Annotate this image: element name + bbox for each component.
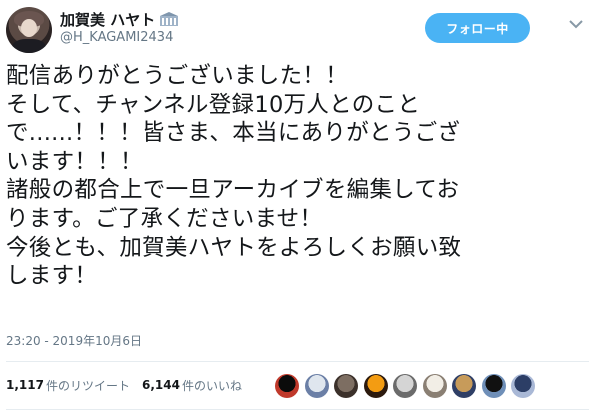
building-icon <box>158 11 180 27</box>
divider <box>6 409 589 410</box>
liker-avatar-6[interactable] <box>422 374 447 398</box>
liker-avatar-2[interactable] <box>304 374 329 398</box>
retweet-count[interactable]: 1,117 件のリツイート <box>6 377 130 394</box>
like-count-value: 6,144 <box>141 378 180 392</box>
tweet-line: します！ <box>6 263 98 290</box>
name-row: 加賀美 ハヤト <box>60 9 180 29</box>
tweet-line: そして、チャンネル登録10万人とのこと <box>6 91 421 118</box>
liker-avatar-9[interactable] <box>511 374 535 398</box>
tweet-line: 諸般の都合上で一旦アーカイブを編集してお <box>6 177 460 204</box>
tweet-line: 配信ありがとうございました！！ <box>6 63 349 89</box>
engagement-stats: 1,117 件のリツイート 6,144 件のいいね <box>6 370 254 400</box>
divider <box>6 361 589 362</box>
user-handle[interactable]: @H_KAGAMI2434 <box>60 30 173 45</box>
like-count[interactable]: 6,144 件のいいね <box>142 377 242 394</box>
chevron-down-icon[interactable] <box>565 13 587 35</box>
avatar-face <box>21 19 37 37</box>
tweet-header: 加賀美 ハヤト @H_KAGAMI2434 フォロー中 <box>0 0 595 60</box>
likers-avatars <box>275 374 541 398</box>
liker-avatar-7[interactable] <box>452 374 476 398</box>
tweet-line: 今後とも、加賀美ハヤトをよろしくお願い致 <box>6 234 462 261</box>
retweet-count-value: 1,117 <box>6 378 44 392</box>
liker-avatar-3[interactable] <box>334 374 358 398</box>
tweet-line: ります。ご了承くださいませ！ <box>6 205 323 232</box>
retweet-count-label: 件のリツイート <box>45 378 130 393</box>
like-count-label: 件のいいね <box>181 378 242 393</box>
liker-avatar-4[interactable] <box>363 374 388 398</box>
tweet-text: 配信ありがとうございました！！ そして、チャンネル登録10万人とのこと で...… <box>6 62 586 291</box>
following-button[interactable]: フォロー中 <box>425 13 530 43</box>
liker-avatar-8[interactable] <box>481 374 506 398</box>
tweet-line: います！！！ <box>6 148 143 175</box>
profile-avatar[interactable] <box>6 7 52 53</box>
tweet-line: で......！！！皆さま、本当にありがとうござ <box>6 120 461 147</box>
liker-avatar-5[interactable] <box>393 374 417 398</box>
liker-avatar-1[interactable] <box>275 374 299 398</box>
display-name[interactable]: 加賀美 ハヤト <box>60 9 155 30</box>
avatar-body <box>12 39 46 53</box>
tweet-timestamp[interactable]: 23:20 - 2019年10月6日 <box>6 332 142 349</box>
